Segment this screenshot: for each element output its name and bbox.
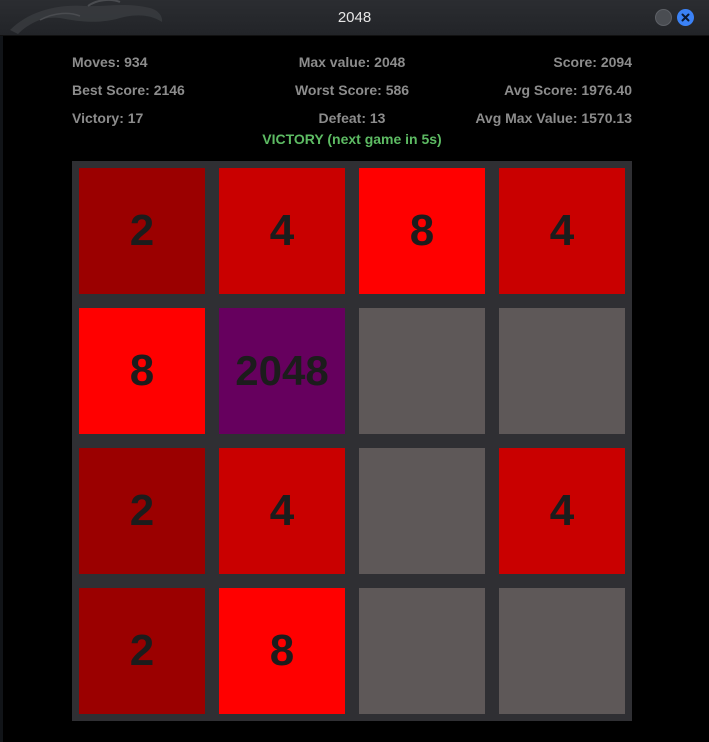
- tile-r0-c2: 8: [359, 168, 485, 294]
- tile-r2-c2: [359, 448, 485, 574]
- tile-r3-c3: [499, 588, 625, 714]
- minimize-button[interactable]: [655, 9, 672, 26]
- close-icon: [681, 13, 690, 22]
- tile-r1-c1: 2048: [219, 308, 345, 434]
- close-button[interactable]: [677, 9, 694, 26]
- tile-r2-c0: 2: [79, 448, 205, 574]
- tile-r0-c3: 4: [499, 168, 625, 294]
- tile-r2-c3: 4: [499, 448, 625, 574]
- stats-panel: Moves: 934 Max value: 2048 Score: 2094 B…: [72, 52, 632, 136]
- window-title: 2048: [337, 9, 372, 26]
- max-value-stat: Max value: 2048: [298, 54, 406, 70]
- game-window: 2048 Moves: 934 Max value: 2048 Score: 2…: [0, 0, 709, 742]
- tile-r3-c1: 8: [219, 588, 345, 714]
- stats-row-1: Moves: 934 Max value: 2048 Score: 2094: [72, 52, 632, 80]
- tile-r1-c2: [359, 308, 485, 434]
- tile-r0-c0: 2: [79, 168, 205, 294]
- avg-max-value-stat: Avg Max Value: 1570.13: [475, 110, 632, 126]
- stats-row-2: Best Score: 2146 Worst Score: 586 Avg Sc…: [72, 80, 632, 108]
- tile-r1-c0: 8: [79, 308, 205, 434]
- score-stat: Score: 2094: [553, 54, 632, 70]
- tile-r3-c2: [359, 588, 485, 714]
- tile-r0-c1: 4: [219, 168, 345, 294]
- tile-r2-c1: 4: [219, 448, 345, 574]
- game-status-message: VICTORY (next game in 5s): [262, 131, 442, 147]
- game-board[interactable]: 2 4 8 4 8 2048 2 4 4 2 8: [72, 161, 632, 721]
- tile-r3-c0: 2: [79, 588, 205, 714]
- title-bar[interactable]: 2048: [0, 0, 709, 36]
- avg-score-stat: Avg Score: 1976.40: [504, 82, 632, 98]
- window-edge: [0, 35, 3, 742]
- tile-r1-c3: [499, 308, 625, 434]
